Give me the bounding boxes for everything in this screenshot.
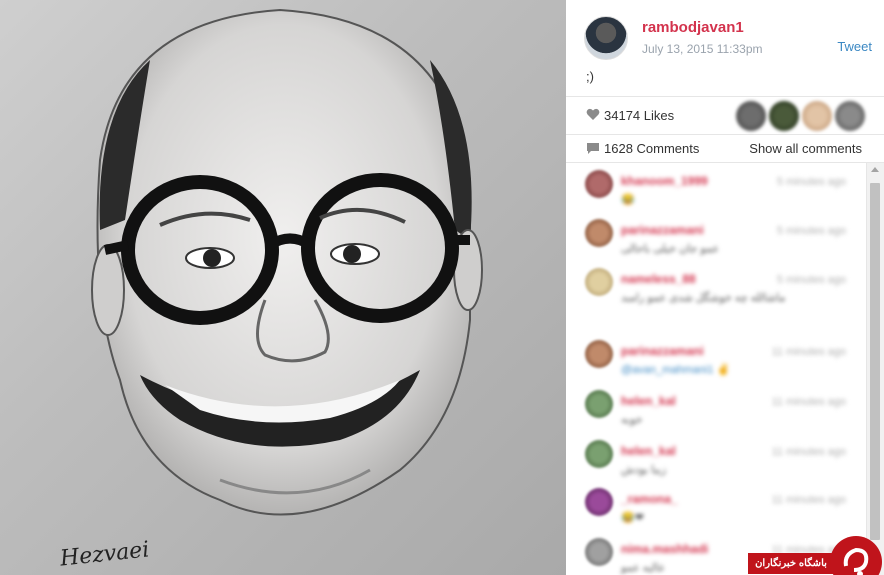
comment-text: ماشالله چه خوشگل شدی عمو رامبد — [621, 292, 786, 304]
post-header: rambodjavan1 July 13, 2015 11:33pm Tweet… — [566, 0, 884, 96]
likers-avatars — [736, 101, 865, 131]
comment-time: 5 minutes ago — [776, 274, 846, 286]
watermark-label: باشگاه خبرنگاران — [748, 553, 834, 574]
scroll-up-icon[interactable] — [871, 167, 879, 172]
comment-item: nameless_88 5 minutes ago ماشالله چه خوش… — [566, 261, 866, 310]
commenter-avatar[interactable] — [585, 340, 613, 368]
post-image: Hezvaei — [0, 0, 566, 575]
post-date: July 13, 2015 11:33pm — [642, 42, 763, 56]
comment-item: parinazzamani 11 minutes ago @avan_mahma… — [566, 333, 866, 382]
comment-text: عمو جان خیلی باحالی — [621, 243, 720, 255]
comment-icon — [587, 143, 599, 154]
likes-count: 34174 Likes — [604, 108, 675, 123]
commenter-username[interactable]: helen_kal — [621, 444, 676, 458]
commenter-username[interactable]: khanoom_1999 — [621, 174, 708, 188]
comment-item: parinazzamani 5 minutes ago عمو جان خیلی… — [566, 212, 866, 261]
commenter-username[interactable]: _ramona_ — [621, 492, 678, 506]
liker-avatar[interactable] — [835, 101, 865, 131]
comment-item: khanoom_1999 5 minutes ago 😂 — [566, 163, 866, 212]
commenter-avatar[interactable] — [585, 440, 613, 468]
commenter-username[interactable]: nameless_88 — [621, 272, 696, 286]
heart-icon — [586, 108, 600, 120]
comment-item: _ramona_ 11 minutes ago 😂❤ — [566, 481, 866, 530]
watermark: باشگاه خبرنگاران — [748, 536, 884, 575]
commenter-username[interactable]: helen_kal — [621, 394, 676, 408]
comment-time: 5 minutes ago — [776, 176, 846, 188]
comment-time: 11 minutes ago — [771, 446, 846, 458]
comments-scrollbar[interactable] — [866, 163, 884, 575]
liker-avatar[interactable] — [802, 101, 832, 131]
comments-count: 1628 Comments — [604, 141, 700, 156]
comment-time: 11 minutes ago — [771, 396, 846, 408]
comments-row: 1628 Comments Show all comments — [566, 135, 884, 163]
commenter-avatar[interactable] — [585, 219, 613, 247]
commenter-username[interactable]: parinazzamani — [621, 223, 704, 237]
likes-row: 34174 Likes — [566, 96, 884, 135]
commenter-username[interactable]: nima.mashhadi — [621, 542, 708, 556]
comment-item: helen_kal 11 minutes ago زیبا بودش — [566, 433, 866, 482]
commenter-avatar[interactable] — [585, 390, 613, 418]
comment-text: 😂❤ — [621, 512, 644, 524]
comment-text: @avan_mahmani1 ✌ — [621, 364, 731, 376]
author-username[interactable]: rambodjavan1 — [642, 19, 744, 36]
comment-text: خوبه — [621, 414, 643, 426]
comment-text: عالیه عمو — [621, 562, 666, 574]
tweet-link[interactable]: Tweet — [837, 39, 872, 54]
author-avatar[interactable] — [584, 16, 628, 60]
commenter-avatar[interactable] — [585, 538, 613, 566]
commenter-avatar[interactable] — [585, 268, 613, 296]
commenter-username[interactable]: parinazzamani — [621, 344, 704, 358]
scrollbar-thumb[interactable] — [870, 183, 880, 540]
post-sidebar: rambodjavan1 July 13, 2015 11:33pm Tweet… — [566, 0, 884, 575]
post-caption: ;) — [586, 69, 594, 84]
comment-time: 5 minutes ago — [776, 225, 846, 237]
watermark-logo — [830, 536, 882, 575]
comment-text: زیبا بودش — [621, 464, 667, 476]
comment-item: helen_kal 11 minutes ago خوبه — [566, 383, 866, 432]
liker-avatar[interactable] — [769, 101, 799, 131]
show-all-comments-link[interactable]: Show all comments — [749, 141, 862, 156]
liker-avatar[interactable] — [736, 101, 766, 131]
comment-time: 11 minutes ago — [771, 494, 846, 506]
comment-text: 😂 — [621, 194, 635, 206]
caricature-drawing — [91, 8, 483, 516]
comment-list[interactable]: khanoom_1999 5 minutes ago 😂 parinazzama… — [566, 163, 866, 575]
commenter-avatar[interactable] — [585, 170, 613, 198]
comment-time: 11 minutes ago — [771, 346, 846, 358]
commenter-avatar[interactable] — [585, 488, 613, 516]
